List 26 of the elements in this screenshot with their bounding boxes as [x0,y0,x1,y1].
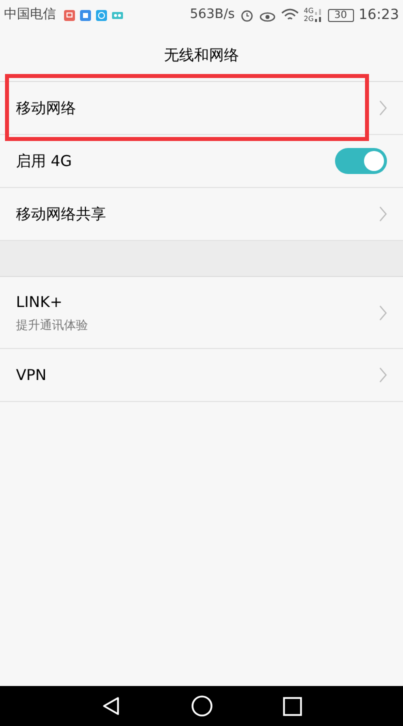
chevron-right-icon [379,100,387,116]
recents-icon[interactable] [283,696,302,716]
chevron-right-icon [379,304,387,320]
settings-row[interactable]: LINK+ 提升通讯体验 [0,277,403,349]
chevron-right-icon [379,367,387,383]
chevron-right-icon [379,206,387,222]
screen-title: 无线和网络 [164,45,239,66]
home-icon[interactable] [191,695,213,717]
toggle-switch[interactable] [335,148,387,174]
settings-row[interactable]: VPN [0,349,403,402]
row-label: 移动网络共享 [16,204,107,225]
carrier-name: 中国电信 [4,6,56,24]
row-label: VPN [16,364,48,386]
signal-icon [314,8,323,22]
back-icon[interactable] [101,696,121,716]
row-label: LINK+ [16,292,64,313]
settings-row[interactable]: 移动网络 [0,82,403,135]
clock: 16:23 [358,6,399,24]
row-label: 移动网络 [16,98,77,119]
network-speed: 563B/s [190,6,235,24]
battery-indicator: 30 [328,8,354,22]
row-subtitle: 提升通讯体验 [16,317,89,334]
settings-row[interactable]: 启用 4G [0,135,403,188]
alarm-icon [240,8,254,22]
wifi-icon [280,8,299,22]
row-label: 启用 4G [16,150,73,172]
